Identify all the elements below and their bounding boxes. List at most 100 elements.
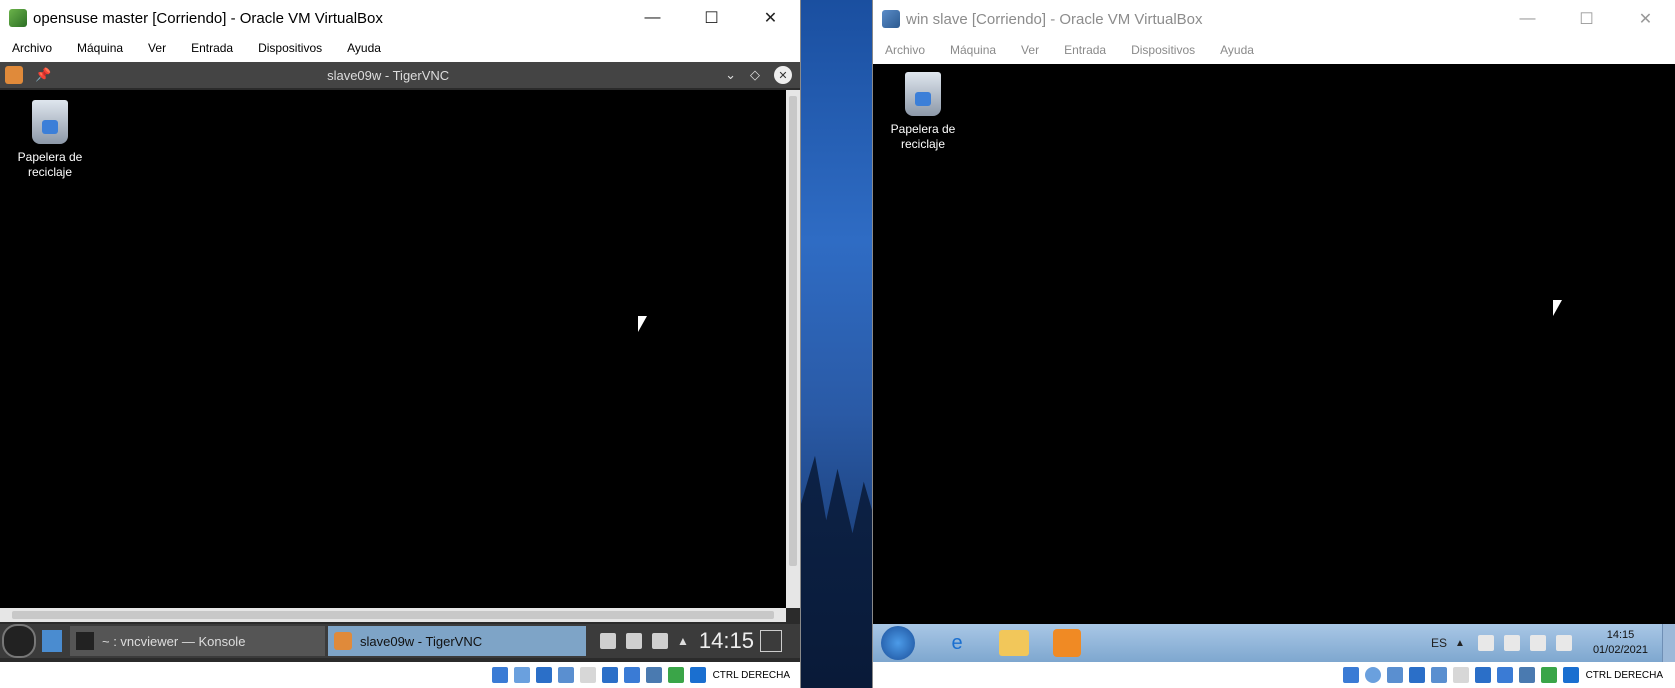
tigervnc-icon bbox=[5, 66, 23, 84]
maximize-button[interactable]: ☐ bbox=[1557, 2, 1616, 36]
kde-launcher-icon[interactable] bbox=[2, 624, 36, 658]
optical-status-icon[interactable] bbox=[1364, 667, 1381, 683]
pin-icon[interactable]: 📌 bbox=[35, 67, 51, 83]
menu-entrada[interactable]: Entrada bbox=[191, 41, 233, 55]
clipboard-icon[interactable] bbox=[600, 633, 616, 649]
action-center-flag-icon[interactable] bbox=[1477, 635, 1494, 651]
vertical-scrollbar[interactable] bbox=[786, 90, 800, 608]
display-status-icon[interactable] bbox=[1474, 667, 1491, 683]
language-indicator[interactable]: ES bbox=[1431, 636, 1447, 650]
menu-dispositivos[interactable]: Dispositivos bbox=[258, 41, 322, 55]
vnc-titlebar[interactable]: 📌 slave09w - TigerVNC ⌄ ◇ ✕ bbox=[0, 62, 800, 88]
menu-ver[interactable]: Ver bbox=[1021, 43, 1039, 57]
vnc-remote-desktop[interactable]: Papelera de reciclaje bbox=[0, 90, 786, 608]
guest-screen[interactable]: 📌 slave09w - TigerVNC ⌄ ◇ ✕ Papelera de … bbox=[0, 62, 800, 662]
virtualbox-icon bbox=[882, 10, 900, 28]
maximize-button[interactable]: ☐ bbox=[682, 1, 741, 35]
recycle-bin-label: Papelera de reciclaje bbox=[17, 150, 83, 179]
mouse-cursor-icon bbox=[1553, 300, 1562, 316]
usb-status-icon[interactable] bbox=[557, 667, 574, 683]
menu-entrada[interactable]: Entrada bbox=[1064, 43, 1106, 57]
cpu-status-icon[interactable] bbox=[1518, 667, 1535, 683]
menu-archivo[interactable]: Archivo bbox=[12, 41, 52, 55]
task-konsole-label: ~ : vncviewer — Konsole bbox=[102, 633, 246, 649]
usb-status-icon[interactable] bbox=[1430, 667, 1447, 683]
optical-status-icon[interactable] bbox=[513, 667, 530, 683]
battery-icon[interactable] bbox=[626, 633, 642, 649]
vbox-window-opensuse[interactable]: opensuse master [Corriendo] - Oracle VM … bbox=[0, 0, 800, 688]
kde-taskbar: ~ : vncviewer — Konsole slave09w - Tiger… bbox=[0, 624, 800, 658]
vnc-title: slave09w - TigerVNC bbox=[327, 67, 450, 83]
konsole-icon bbox=[76, 632, 94, 650]
recycle-bin-label: Papelera de reciclaje bbox=[890, 122, 956, 151]
window-title: win slave [Corriendo] - Oracle VM Virtua… bbox=[906, 10, 1203, 28]
shared-folders-status-icon[interactable] bbox=[1452, 667, 1469, 683]
guest-screen[interactable]: Papelera de reciclaje e ES ▲ 14:15 01/02… bbox=[873, 64, 1675, 662]
vnc-close-button[interactable]: ✕ bbox=[773, 66, 792, 84]
media-player-icon[interactable] bbox=[1053, 629, 1081, 657]
cpu-status-icon[interactable] bbox=[645, 667, 662, 683]
hdd-status-icon[interactable] bbox=[491, 667, 508, 683]
recording-status-icon[interactable] bbox=[623, 667, 640, 683]
recording-status-icon[interactable] bbox=[1496, 667, 1513, 683]
start-button[interactable] bbox=[881, 626, 915, 660]
menu-ayuda[interactable]: Ayuda bbox=[347, 41, 381, 55]
shared-folders-status-icon[interactable] bbox=[579, 667, 596, 683]
task-konsole[interactable]: ~ : vncviewer — Konsole bbox=[70, 626, 325, 656]
minimize-button[interactable]: — bbox=[623, 1, 682, 35]
scrollbar-thumb-h[interactable] bbox=[12, 611, 774, 619]
volume-tray-icon[interactable] bbox=[1555, 635, 1572, 651]
horizontal-scrollbar[interactable] bbox=[0, 608, 786, 622]
show-desktop-button[interactable] bbox=[759, 630, 782, 652]
tray-expand-icon[interactable]: ▲ bbox=[1455, 638, 1465, 649]
mouse-integration-status-icon[interactable] bbox=[1540, 667, 1557, 683]
recycle-bin-desktop-icon[interactable]: Papelera de reciclaje bbox=[883, 72, 963, 152]
display-status-icon[interactable] bbox=[601, 667, 618, 683]
windows-taskbar: e ES ▲ 14:15 01/02/2021 bbox=[873, 624, 1675, 662]
keyboard-status-icon[interactable] bbox=[689, 667, 706, 683]
network-status-icon[interactable] bbox=[535, 667, 552, 683]
menu-maquina[interactable]: Máquina bbox=[77, 41, 123, 55]
task-tigervnc[interactable]: slave09w - TigerVNC bbox=[328, 626, 586, 656]
vbox-status-bar: CTRL DERECHA bbox=[873, 662, 1675, 688]
titlebar[interactable]: opensuse master [Corriendo] - Oracle VM … bbox=[0, 0, 800, 36]
close-button[interactable]: ✕ bbox=[1616, 2, 1675, 36]
chevron-down-icon[interactable]: ⌄ bbox=[725, 67, 736, 83]
host-key-label: CTRL DERECHA bbox=[1585, 669, 1663, 681]
file-explorer-icon[interactable] bbox=[999, 630, 1029, 656]
show-desktop-button[interactable] bbox=[1662, 624, 1675, 662]
recycle-bin-desktop-icon[interactable]: Papelera de reciclaje bbox=[10, 100, 90, 180]
network-status-icon[interactable] bbox=[1408, 667, 1425, 683]
menu-dispositivos[interactable]: Dispositivos bbox=[1131, 43, 1195, 57]
windows-clock[interactable]: 14:15 01/02/2021 bbox=[1593, 628, 1648, 658]
clock-date: 01/02/2021 bbox=[1592, 644, 1648, 656]
menu-bar: Archivo Máquina Ver Entrada Dispositivos… bbox=[0, 36, 800, 60]
volume-icon[interactable] bbox=[652, 633, 668, 649]
usb-tray-icon[interactable] bbox=[1503, 635, 1520, 651]
menu-archivo[interactable]: Archivo bbox=[885, 43, 925, 57]
keyboard-status-icon[interactable] bbox=[1562, 667, 1579, 683]
scrollbar-thumb[interactable] bbox=[789, 96, 797, 566]
tray-expand-icon[interactable]: ▲ bbox=[677, 634, 689, 648]
internet-explorer-icon[interactable]: e bbox=[939, 627, 975, 659]
minimize-button[interactable]: — bbox=[1498, 2, 1557, 36]
recycle-bin-icon bbox=[32, 100, 68, 144]
menu-ver[interactable]: Ver bbox=[148, 41, 166, 55]
kde-clock[interactable]: 14:15 bbox=[699, 628, 754, 654]
menu-maquina[interactable]: Máquina bbox=[950, 43, 996, 57]
host-key-label: CTRL DERECHA bbox=[712, 669, 790, 681]
mouse-integration-status-icon[interactable] bbox=[667, 667, 684, 683]
hdd-status-icon[interactable] bbox=[1342, 667, 1359, 683]
menu-ayuda[interactable]: Ayuda bbox=[1220, 43, 1254, 57]
virtualbox-icon bbox=[9, 9, 27, 27]
show-desktop-icon[interactable] bbox=[42, 630, 62, 652]
close-button[interactable]: ✕ bbox=[741, 1, 800, 35]
vbox-window-win-slave[interactable]: win slave [Corriendo] - Oracle VM Virtua… bbox=[873, 0, 1675, 688]
audio-status-icon[interactable] bbox=[1386, 667, 1403, 683]
menu-bar: Archivo Máquina Ver Entrada Dispositivos… bbox=[873, 38, 1675, 62]
network-tray-icon[interactable] bbox=[1529, 635, 1546, 651]
diamond-icon[interactable]: ◇ bbox=[750, 67, 760, 83]
clock-time: 14:15 bbox=[1606, 629, 1635, 641]
titlebar[interactable]: win slave [Corriendo] - Oracle VM Virtua… bbox=[873, 0, 1675, 38]
window-title: opensuse master [Corriendo] - Oracle VM … bbox=[33, 9, 383, 27]
